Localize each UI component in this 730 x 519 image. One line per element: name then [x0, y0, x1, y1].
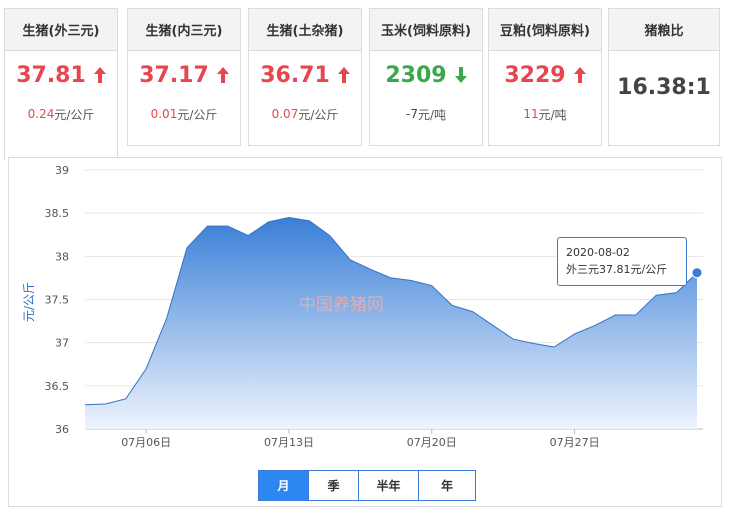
change-unit: 元/公斤 — [54, 107, 95, 122]
card-price: 3229 — [489, 51, 601, 99]
card-change: -7 元/吨 — [370, 99, 482, 129]
card-title: 生猪(外三元) — [5, 9, 117, 51]
change-value: 0.01 — [150, 107, 178, 121]
arrow-up-icon — [337, 67, 350, 83]
y-tick-label: 36.5 — [45, 380, 70, 393]
card-price: 37.81 — [5, 51, 117, 99]
price-value: 37.81 — [16, 62, 86, 88]
change-unit: 元/公斤 — [298, 107, 339, 122]
card-pig-inner-three[interactable]: 生猪(内三元) 37.17 0.01 元/公斤 — [127, 8, 241, 146]
card-price: 37.17 — [128, 51, 240, 99]
highlight-point[interactable] — [691, 267, 703, 279]
price-value: 37.17 — [139, 62, 209, 88]
x-tick-label: 07月06日 — [121, 436, 171, 449]
change-unit: 元/吨 — [538, 107, 567, 122]
change-unit: 元/公斤 — [177, 107, 218, 122]
card-title: 生猪(内三元) — [128, 9, 240, 51]
card-title: 玉米(饲料原料) — [370, 9, 482, 51]
price-cards: 生猪(外三元) 37.81 0.24 元/公斤 生猪(内三元) 37.17 0.0… — [0, 0, 730, 160]
price-value: 36.71 — [260, 62, 330, 88]
y-tick-label: 38 — [55, 250, 69, 263]
arrow-up-icon — [93, 67, 106, 83]
y-axis-label: 元/公斤 — [22, 282, 36, 322]
change-unit: 元/吨 — [417, 107, 446, 122]
change-value: 11 — [523, 107, 539, 121]
card-pig-native[interactable]: 生猪(土杂猪) 36.71 0.07 元/公斤 — [248, 8, 362, 146]
card-soybean-meal[interactable]: 豆粕(饲料原料) 3229 11 元/吨 — [488, 8, 602, 146]
y-tick-label: 38.5 — [45, 207, 70, 220]
tooltip-text: 外三元37.81元/公斤 — [566, 263, 668, 276]
card-change: 0.01 元/公斤 — [128, 99, 240, 129]
card-corn[interactable]: 玉米(饲料原料) 2309 -7 元/吨 — [369, 8, 483, 146]
card-change: 11 元/吨 — [489, 99, 601, 129]
price-value: 3229 — [504, 62, 566, 88]
y-tick-label: 36 — [55, 423, 69, 436]
chart-tooltip: 2020-08-02 外三元37.81元/公斤 — [557, 237, 687, 286]
card-pig-grain-ratio[interactable]: 猪粮比 16.38:1 — [608, 8, 720, 146]
watermark: 中国养猪网 — [299, 295, 384, 315]
price-value: 16.38:1 — [617, 74, 711, 100]
arrow-down-icon — [454, 67, 467, 83]
card-title: 豆粕(饲料原料) — [489, 9, 601, 51]
card-price: 36.71 — [249, 51, 361, 99]
card-pig-outer-three[interactable]: 生猪(外三元) 37.81 0.24 元/公斤 — [4, 8, 118, 160]
price-chart: 36 36.5 37 37.5 38 38.5 39 07月06日 07月13日 07月20日 0… — [8, 157, 722, 507]
change-value: 0.07 — [271, 107, 299, 121]
period-month-button[interactable]: 月 — [259, 471, 309, 500]
card-title: 猪粮比 — [609, 9, 719, 51]
card-price: 2309 — [370, 51, 482, 99]
x-tick-label: 07月13日 — [264, 436, 314, 449]
price-value: 2309 — [385, 62, 447, 88]
y-tick-label: 39 — [55, 164, 69, 177]
card-change: 0.24 元/公斤 — [5, 99, 117, 129]
x-tick-label: 07月27日 — [550, 436, 600, 449]
card-price: 16.38:1 — [609, 51, 719, 123]
period-selector: 月 季 半年 年 — [258, 470, 476, 501]
y-tick-label: 37.5 — [45, 294, 70, 307]
card-change: 0.07 元/公斤 — [249, 99, 361, 129]
change-value: -7 — [405, 107, 418, 121]
arrow-up-icon — [216, 67, 229, 83]
y-tick-label: 37 — [55, 337, 69, 350]
period-year-button[interactable]: 年 — [419, 471, 475, 500]
period-halfyear-button[interactable]: 半年 — [359, 471, 419, 500]
card-title: 生猪(土杂猪) — [249, 9, 361, 51]
change-value: 0.24 — [27, 107, 55, 121]
pig-price-page: 生猪(外三元) 37.81 0.24 元/公斤 生猪(内三元) 37.17 0.0… — [0, 0, 730, 519]
chart-svg: 36 36.5 37 37.5 38 38.5 39 07月06日 07月13日 07月20日 0… — [22, 164, 703, 449]
arrow-up-icon — [573, 67, 586, 83]
period-quarter-button[interactable]: 季 — [309, 471, 359, 500]
tooltip-date: 2020-08-02 — [566, 246, 630, 259]
x-tick-label: 07月20日 — [407, 436, 457, 449]
